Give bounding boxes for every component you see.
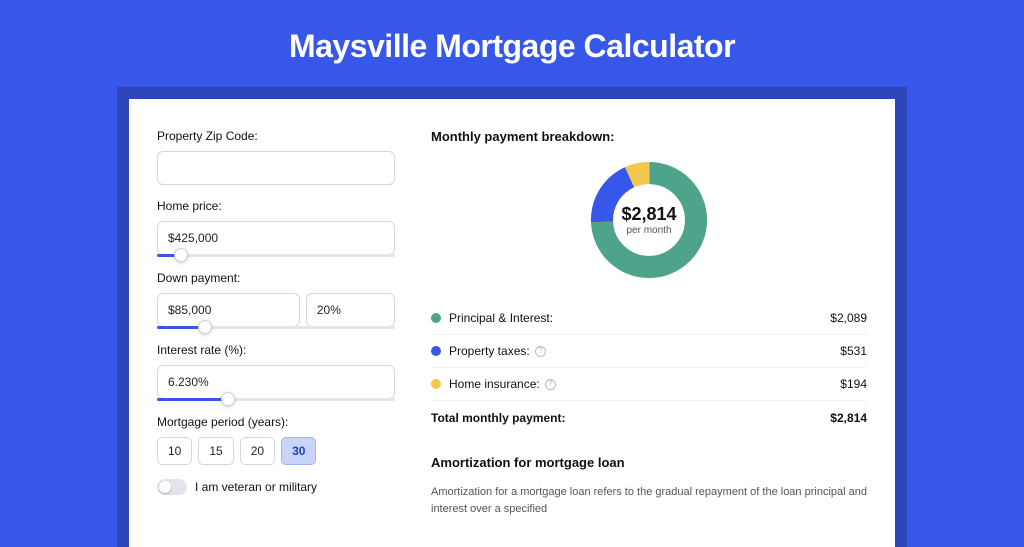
interest-rate-label: Interest rate (%):: [157, 343, 395, 357]
zip-input[interactable]: [157, 151, 395, 185]
down-payment-field: Down payment:: [157, 271, 395, 329]
mortgage-period-label: Mortgage period (years):: [157, 415, 395, 429]
page-title: Maysville Mortgage Calculator: [0, 0, 1024, 87]
breakdown-row: Principal & Interest:$2,089: [431, 302, 867, 335]
mortgage-period-15[interactable]: 15: [198, 437, 233, 465]
mortgage-period-20[interactable]: 20: [240, 437, 275, 465]
breakdown-title: Monthly payment breakdown:: [431, 129, 867, 144]
home-price-input[interactable]: [157, 221, 395, 255]
breakdown-row: Home insurance:?$194: [431, 368, 867, 401]
results-panel: Monthly payment breakdown: $2,814 per mo…: [431, 129, 867, 517]
donut-center: $2,814 per month: [587, 158, 711, 282]
card-outer: Property Zip Code: Home price: Down paym…: [117, 87, 907, 547]
breakdown-item-name: Property taxes:?: [449, 344, 840, 358]
mortgage-period-field: Mortgage period (years): 10152030: [157, 415, 395, 465]
calculator-card: Property Zip Code: Home price: Down paym…: [129, 99, 895, 547]
breakdown-item-value: $531: [840, 344, 867, 358]
donut-chart: $2,814 per month: [587, 158, 711, 282]
donut-chart-wrap: $2,814 per month: [431, 158, 867, 282]
breakdown-item-value: $194: [840, 377, 867, 391]
legend-dot: [431, 346, 441, 356]
total-row: Total monthly payment: $2,814: [431, 401, 867, 433]
interest-rate-slider[interactable]: [157, 398, 395, 401]
breakdown-item-name: Home insurance:?: [449, 377, 840, 391]
breakdown-item-value: $2,089: [830, 311, 867, 325]
total-label: Total monthly payment:: [431, 411, 830, 425]
amortization-title: Amortization for mortgage loan: [431, 455, 867, 470]
amortization-section: Amortization for mortgage loan Amortizat…: [431, 455, 867, 517]
home-price-label: Home price:: [157, 199, 395, 213]
home-price-field: Home price:: [157, 199, 395, 257]
mortgage-period-30[interactable]: 30: [281, 437, 316, 465]
down-payment-slider[interactable]: [157, 326, 395, 329]
down-payment-pct-input[interactable]: [306, 293, 395, 327]
donut-label: per month: [626, 225, 671, 236]
info-icon[interactable]: ?: [545, 379, 556, 390]
veteran-toggle[interactable]: [157, 479, 187, 495]
breakdown-item-name: Principal & Interest:: [449, 311, 830, 325]
veteran-label: I am veteran or military: [195, 480, 317, 494]
amortization-text: Amortization for a mortgage loan refers …: [431, 484, 867, 517]
breakdown-row: Property taxes:?$531: [431, 335, 867, 368]
info-icon[interactable]: ?: [535, 346, 546, 357]
form-panel: Property Zip Code: Home price: Down paym…: [157, 129, 395, 517]
interest-rate-slider-thumb[interactable]: [221, 392, 235, 406]
home-price-slider-thumb[interactable]: [174, 248, 188, 262]
down-payment-input[interactable]: [157, 293, 300, 327]
total-value: $2,814: [830, 411, 867, 425]
zip-field: Property Zip Code:: [157, 129, 395, 185]
down-payment-label: Down payment:: [157, 271, 395, 285]
donut-value: $2,814: [621, 204, 676, 225]
zip-label: Property Zip Code:: [157, 129, 395, 143]
mortgage-period-options: 10152030: [157, 437, 395, 465]
interest-rate-input[interactable]: [157, 365, 395, 399]
veteran-row: I am veteran or military: [157, 479, 395, 495]
home-price-slider[interactable]: [157, 254, 395, 257]
legend-dot: [431, 313, 441, 323]
interest-rate-field: Interest rate (%):: [157, 343, 395, 401]
breakdown-list: Principal & Interest:$2,089Property taxe…: [431, 302, 867, 401]
legend-dot: [431, 379, 441, 389]
mortgage-period-10[interactable]: 10: [157, 437, 192, 465]
down-payment-slider-thumb[interactable]: [198, 320, 212, 334]
